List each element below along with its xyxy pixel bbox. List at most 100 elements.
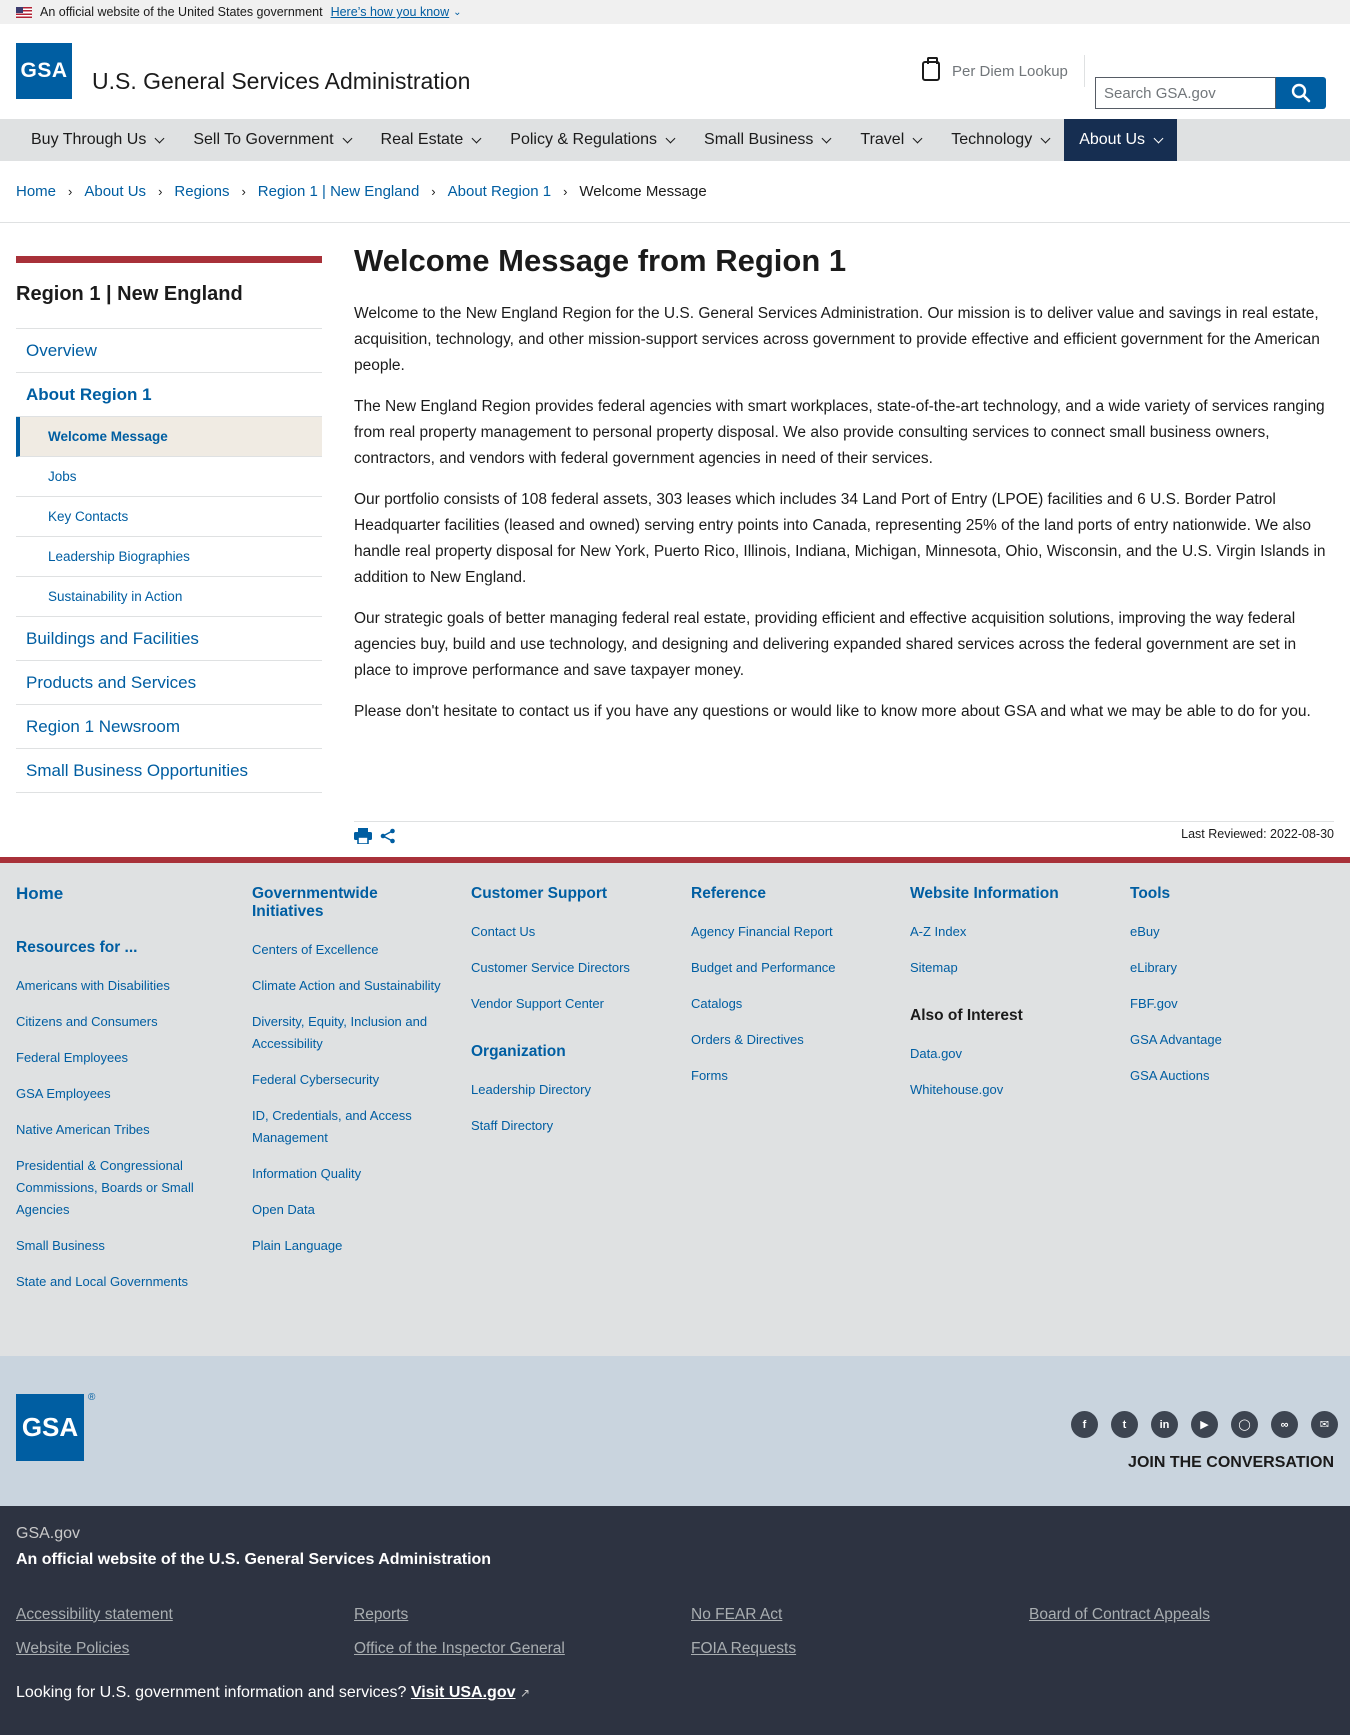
footer-link[interactable]: Contact Us xyxy=(471,921,671,943)
site-title[interactable]: U.S. General Services Administration xyxy=(92,68,470,95)
nav-about-us[interactable]: About Us xyxy=(1064,119,1178,161)
sidenav-item-overview[interactable]: Overview xyxy=(16,329,322,373)
nav-label: Technology xyxy=(951,131,1033,148)
footer-tools-heading: Tools xyxy=(1130,885,1171,902)
reports-link[interactable]: Reports xyxy=(354,1606,408,1624)
no-fear-act-link[interactable]: No FEAR Act xyxy=(691,1606,782,1624)
sidenav-subitem-sustainability[interactable]: Sustainability in Action xyxy=(16,577,322,617)
how-you-know-link[interactable]: Here’s how you know xyxy=(331,5,450,19)
blog-icon[interactable]: ∞ xyxy=(1271,1411,1298,1438)
footer-home-link[interactable]: Home xyxy=(16,885,216,903)
paragraph: Please don't hesitate to contact us if y… xyxy=(354,703,1311,720)
footer-link[interactable]: Open Data xyxy=(252,1199,442,1221)
search-input[interactable] xyxy=(1095,77,1276,109)
footer-resources-heading: Resources for ... xyxy=(16,939,138,956)
paragraph: Our strategic goals of better managing f… xyxy=(354,610,1297,679)
website-policies-link[interactable]: Website Policies xyxy=(16,1640,129,1658)
sidenav-subitem-leadership-biographies[interactable]: Leadership Biographies xyxy=(16,537,322,577)
footer-link[interactable]: FBF.gov xyxy=(1130,993,1330,1015)
sidenav-item-buildings[interactable]: Buildings and Facilities xyxy=(16,617,322,661)
footer-link[interactable]: Leadership Directory xyxy=(471,1079,671,1101)
per-diem-lookup-link[interactable]: Per Diem Lookup xyxy=(922,55,1085,87)
inspector-general-link[interactable]: Office of the Inspector General xyxy=(354,1640,565,1658)
sidenav-subitem-jobs[interactable]: Jobs xyxy=(16,457,322,497)
footer-link[interactable]: Small Business xyxy=(16,1235,216,1257)
footer-link[interactable]: GSA Advantage xyxy=(1130,1029,1330,1051)
nav-label: Buy Through Us xyxy=(31,131,147,148)
footer-link[interactable]: Whitehouse.gov xyxy=(910,1079,1110,1101)
sidenav-item-small-business[interactable]: Small Business Opportunities xyxy=(16,749,322,793)
youtube-icon[interactable]: ▶ xyxy=(1191,1411,1218,1438)
article-footer: Last Reviewed: 2022-08-30 xyxy=(354,821,1334,857)
accessibility-statement-link[interactable]: Accessibility statement xyxy=(16,1606,173,1624)
board-of-contract-appeals-link[interactable]: Board of Contract Appeals xyxy=(1029,1606,1210,1624)
footer-link[interactable]: Budget and Performance xyxy=(691,957,891,979)
footer-link[interactable]: Federal Employees xyxy=(16,1047,216,1069)
footer-link[interactable]: Orders & Directives xyxy=(691,1029,891,1051)
nav-small-business[interactable]: Small Business xyxy=(689,119,845,161)
footer-link[interactable]: Information Quality xyxy=(252,1163,442,1185)
footer-link[interactable]: Citizens and Consumers xyxy=(16,1011,216,1033)
footer-link[interactable]: GSA Employees xyxy=(16,1083,216,1105)
paragraph: Our portfolio consists of 108 federal as… xyxy=(354,491,1326,586)
sidenav-subitem-key-contacts[interactable]: Key Contacts xyxy=(16,497,322,537)
footer-link[interactable]: GSA Auctions xyxy=(1130,1065,1330,1087)
footer-link[interactable]: Vendor Support Center xyxy=(471,993,671,1015)
site-header: GSA U.S. General Services Administration… xyxy=(0,24,1350,119)
facebook-icon[interactable]: f xyxy=(1071,1411,1098,1438)
nav-sell-to-government[interactable]: Sell To Government xyxy=(178,119,365,161)
nav-real-estate[interactable]: Real Estate xyxy=(366,119,496,161)
sidenav-title: Region 1 | New England xyxy=(16,263,322,329)
foia-requests-link[interactable]: FOIA Requests xyxy=(691,1640,796,1658)
search-button[interactable] xyxy=(1276,77,1326,109)
footer-link[interactable]: Agency Financial Report xyxy=(691,921,891,943)
gsa-logo[interactable]: GSA xyxy=(16,43,72,99)
footer-link[interactable]: Centers of Excellence xyxy=(252,939,442,961)
nav-buy-through-us[interactable]: Buy Through Us xyxy=(16,119,178,161)
sidenav-subitem-welcome-message[interactable]: Welcome Message xyxy=(16,417,322,457)
email-icon[interactable]: ✉ xyxy=(1311,1411,1338,1438)
breadcrumb-region-1[interactable]: Region 1 | New England xyxy=(258,183,420,200)
footer-link[interactable]: Customer Service Directors xyxy=(471,957,671,979)
footer-link[interactable]: Staff Directory xyxy=(471,1115,671,1137)
footer-link[interactable]: eBuy xyxy=(1130,921,1330,943)
twitter-icon[interactable]: t xyxy=(1111,1411,1138,1438)
footer-link[interactable]: Sitemap xyxy=(910,957,1110,979)
footer-col-governmentwide: Governmentwide Initiatives Centers of Ex… xyxy=(252,885,442,1271)
linkedin-icon[interactable]: in xyxy=(1151,1411,1178,1438)
breadcrumb-about-region-1[interactable]: About Region 1 xyxy=(448,183,551,200)
footer-link[interactable]: Diversity, Equity, Inclusion and Accessi… xyxy=(252,1011,442,1055)
nav-policy-regulations[interactable]: Policy & Regulations xyxy=(495,119,689,161)
footer-gsa-logo[interactable]: GSA xyxy=(16,1394,84,1461)
suitcase-icon xyxy=(922,57,940,81)
footer-link[interactable]: State and Local Governments xyxy=(16,1271,216,1293)
footer-ref-heading: Reference xyxy=(691,885,766,902)
breadcrumb-regions[interactable]: Regions xyxy=(174,183,229,200)
footer-link[interactable]: Native American Tribes xyxy=(16,1119,216,1141)
footer-link[interactable]: eLibrary xyxy=(1130,957,1330,979)
instagram-icon[interactable]: ◯ xyxy=(1231,1411,1258,1438)
footer-link[interactable]: Presidential & Congressional Commissions… xyxy=(16,1155,216,1221)
sidenav-item-about-region-1[interactable]: About Region 1 xyxy=(16,373,322,417)
footer-link[interactable]: Climate Action and Sustainability xyxy=(252,975,442,997)
print-icon[interactable] xyxy=(354,828,372,844)
breadcrumb-home[interactable]: Home xyxy=(16,183,56,200)
footer-link[interactable]: Catalogs xyxy=(691,993,891,1015)
sidenav-item-newsroom[interactable]: Region 1 Newsroom xyxy=(16,705,322,749)
footer-link[interactable]: Plain Language xyxy=(252,1235,442,1257)
footer-link[interactable]: A-Z Index xyxy=(910,921,1110,943)
search-icon xyxy=(1291,83,1311,103)
sidenav-item-products[interactable]: Products and Services xyxy=(16,661,322,705)
footer-link[interactable]: Forms xyxy=(691,1065,891,1087)
nav-travel[interactable]: Travel xyxy=(845,119,936,161)
share-icon[interactable] xyxy=(380,828,396,844)
visit-usa-gov-link[interactable]: Visit USA.gov xyxy=(411,1684,516,1701)
chevron-right-icon: › xyxy=(158,184,163,199)
nav-technology[interactable]: Technology xyxy=(936,119,1064,161)
footer-link[interactable]: ID, Credentials, and Access Management xyxy=(252,1105,442,1149)
footer-link[interactable]: Federal Cybersecurity xyxy=(252,1069,442,1091)
gov-banner: An official website of the United States… xyxy=(0,0,1350,24)
breadcrumb-about-us[interactable]: About Us xyxy=(84,183,146,200)
footer-link[interactable]: Data.gov xyxy=(910,1043,1110,1065)
footer-link[interactable]: Americans with Disabilities xyxy=(16,975,216,997)
